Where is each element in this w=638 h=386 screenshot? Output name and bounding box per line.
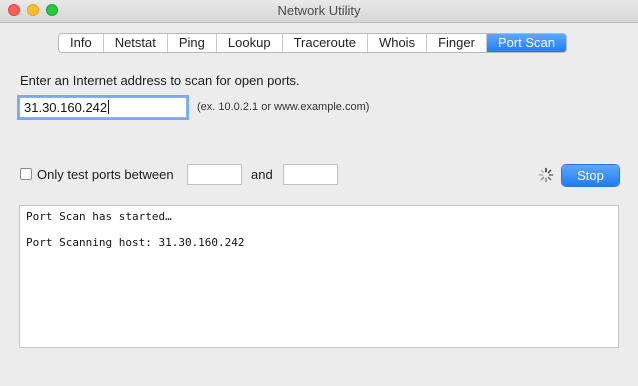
window-title: Network Utility bbox=[277, 3, 361, 18]
address-input[interactable]: 31.30.160.242 bbox=[17, 95, 189, 120]
tab-bar: Info Netstat Ping Lookup Traceroute Whoi… bbox=[58, 33, 568, 53]
output-line: Port Scan has started… bbox=[26, 210, 172, 223]
tab-netstat[interactable]: Netstat bbox=[104, 34, 168, 52]
tab-port-scan[interactable]: Port Scan bbox=[486, 34, 567, 52]
tab-lookup[interactable]: Lookup bbox=[217, 34, 283, 52]
tab-traceroute[interactable]: Traceroute bbox=[283, 34, 368, 52]
tab-finger[interactable]: Finger bbox=[427, 34, 487, 52]
end-port-field[interactable] bbox=[283, 164, 338, 185]
output-line: Port Scanning host: 31.30.160.242 bbox=[26, 236, 245, 249]
progress-spinner-icon bbox=[538, 167, 554, 183]
port-range-label: Only test ports between bbox=[37, 167, 174, 182]
address-value: 31.30.160.242 bbox=[24, 100, 108, 115]
address-example-hint: (ex. 10.0.2.1 or www.example.com) bbox=[197, 101, 370, 113]
tab-ping[interactable]: Ping bbox=[168, 34, 217, 52]
tab-whois[interactable]: Whois bbox=[368, 34, 428, 52]
stop-button[interactable]: Stop bbox=[562, 165, 619, 186]
and-label: and bbox=[251, 167, 273, 182]
address-prompt: Enter an Internet address to scan for op… bbox=[20, 73, 300, 88]
tab-info[interactable]: Info bbox=[59, 34, 104, 52]
port-range-checkbox[interactable] bbox=[20, 168, 32, 180]
output-blank-line bbox=[26, 223, 612, 236]
start-port-field[interactable] bbox=[187, 164, 242, 185]
scan-output-area[interactable]: Port Scan has started… Port Scanning hos… bbox=[19, 205, 619, 348]
text-caret bbox=[108, 100, 110, 114]
title-bar: Network Utility bbox=[0, 0, 638, 23]
